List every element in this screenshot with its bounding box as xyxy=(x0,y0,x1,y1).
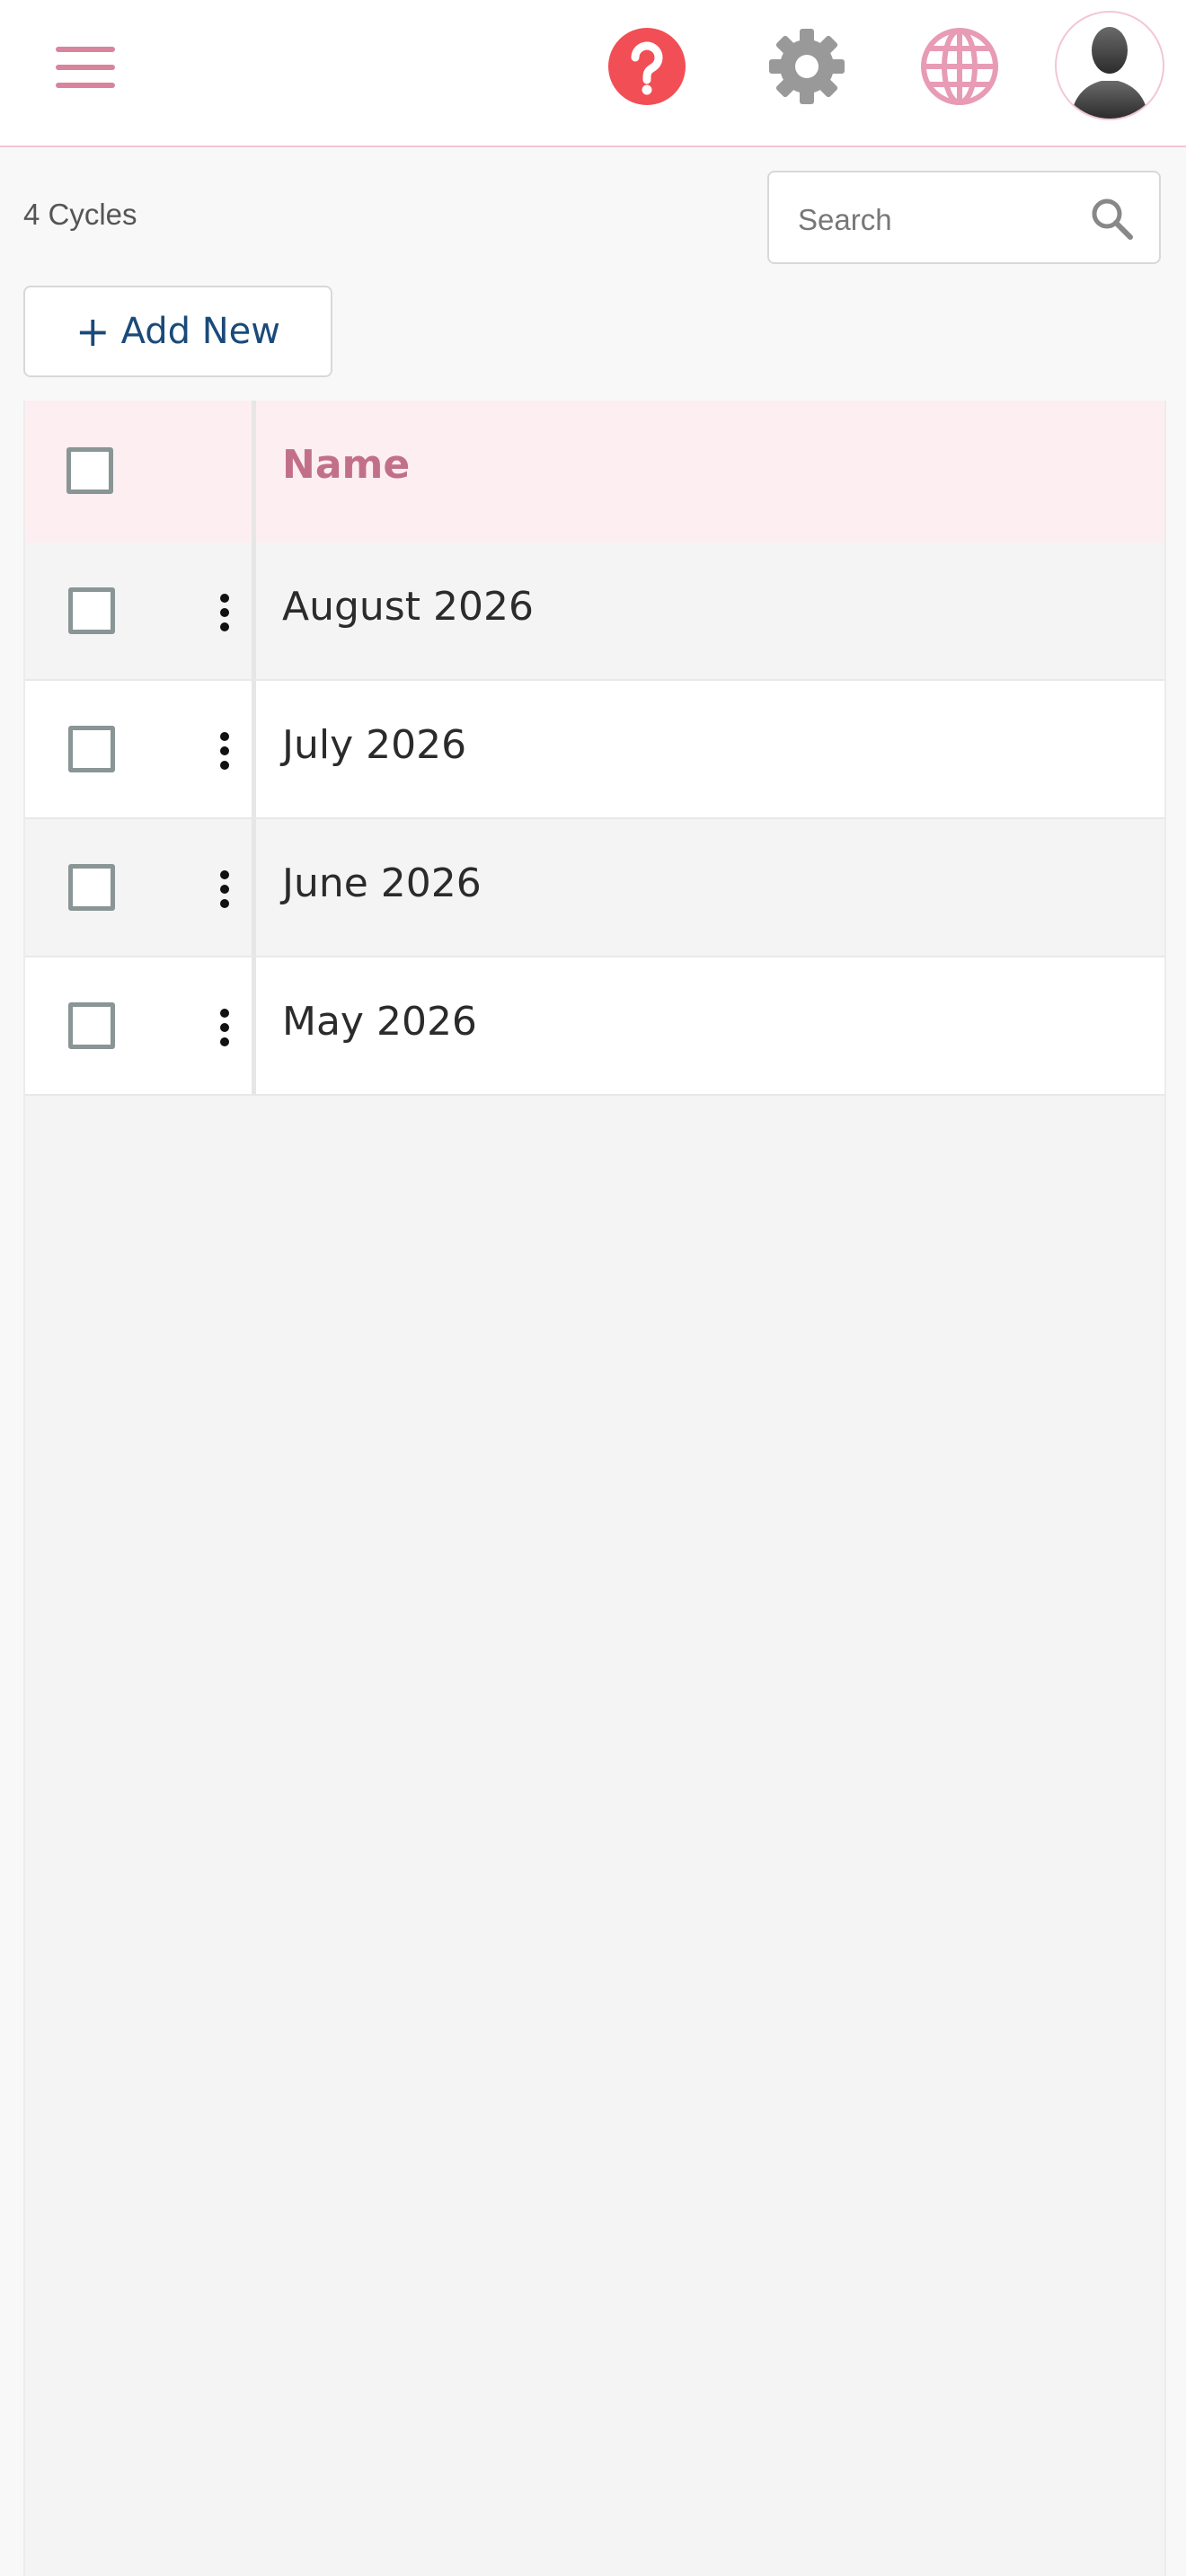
column-divider xyxy=(252,819,256,956)
cycles-table: Name August 2026 July 2026 June 2026 May… xyxy=(23,401,1166,2576)
column-header-name[interactable]: Name xyxy=(282,442,410,488)
table-row[interactable]: June 2026 xyxy=(25,819,1164,957)
row-checkbox[interactable] xyxy=(68,864,115,911)
row-actions-kebab-icon[interactable] xyxy=(199,1002,250,1053)
row-checkbox[interactable] xyxy=(68,726,115,772)
row-actions-kebab-icon[interactable] xyxy=(199,864,250,914)
search-input[interactable] xyxy=(796,199,1069,241)
table-row[interactable]: August 2026 xyxy=(25,543,1164,681)
globe-icon[interactable] xyxy=(918,25,1001,108)
search-box[interactable] xyxy=(767,171,1161,264)
table-row[interactable]: May 2026 xyxy=(25,957,1164,1096)
row-name[interactable]: May 2026 xyxy=(282,999,477,1045)
row-checkbox[interactable] xyxy=(68,587,115,634)
row-name[interactable]: August 2026 xyxy=(282,584,534,630)
select-all-checkbox[interactable] xyxy=(66,447,113,494)
row-checkbox[interactable] xyxy=(68,1002,115,1049)
column-divider xyxy=(252,401,256,543)
top-bar xyxy=(0,0,1186,147)
hamburger-menu-icon[interactable] xyxy=(56,47,115,93)
column-divider xyxy=(252,681,256,817)
column-divider xyxy=(252,957,256,1094)
add-new-button[interactable]: + Add New xyxy=(23,286,332,377)
row-name[interactable]: June 2026 xyxy=(282,860,482,906)
table-header-row: Name xyxy=(25,401,1164,543)
user-avatar-icon[interactable] xyxy=(1055,11,1164,120)
row-actions-kebab-icon[interactable] xyxy=(199,726,250,776)
column-divider xyxy=(252,543,256,679)
cycle-count: 4 Cycles xyxy=(23,198,137,231)
gear-icon[interactable] xyxy=(766,25,848,108)
help-circle-icon[interactable] xyxy=(607,27,686,106)
plus-icon: + xyxy=(75,307,111,356)
search-icon[interactable] xyxy=(1087,194,1137,244)
row-name[interactable]: July 2026 xyxy=(282,722,466,768)
row-actions-kebab-icon[interactable] xyxy=(199,587,250,638)
add-new-label: Add New xyxy=(120,311,280,352)
table-row[interactable]: July 2026 xyxy=(25,681,1164,819)
